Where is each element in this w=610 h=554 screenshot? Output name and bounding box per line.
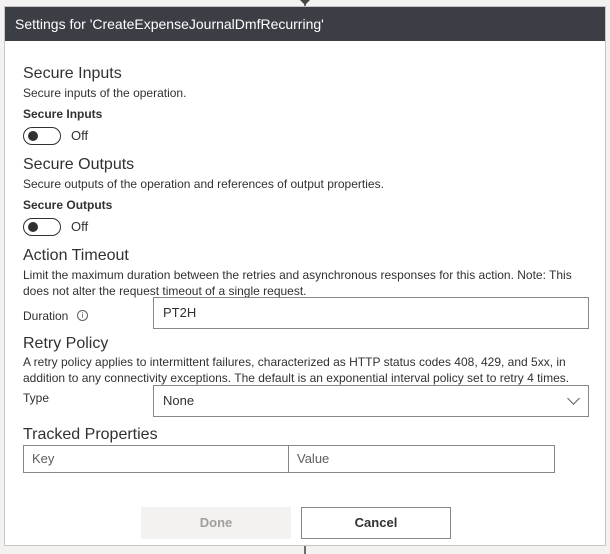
done-button[interactable]: Done (141, 507, 291, 539)
settings-dialog: Settings for 'CreateExpenseJournalDmfRec… (4, 6, 606, 546)
type-select-value: None (163, 393, 195, 408)
duration-input[interactable]: PT2H (153, 297, 589, 329)
connector-arrow-icon (300, 0, 310, 5)
secure-inputs-description: Secure inputs of the operation. (23, 86, 187, 100)
secure-outputs-label: Secure Outputs (23, 198, 113, 212)
secure-inputs-toggle-state: Off (71, 128, 89, 143)
secure-inputs-toggle[interactable] (23, 127, 61, 145)
tracked-key-input[interactable]: Key (23, 445, 289, 473)
toggle-knob (28, 131, 38, 141)
tracked-value-input[interactable]: Value (288, 445, 555, 473)
action-timeout-title: Action Timeout (23, 247, 129, 264)
duration-label: Duration (23, 309, 69, 323)
cancel-button[interactable]: Cancel (301, 507, 451, 539)
secure-inputs-label: Secure Inputs (23, 107, 103, 121)
connector-line-bottom (304, 546, 306, 554)
retry-policy-title: Retry Policy (23, 335, 109, 352)
dialog-title: Settings for 'CreateExpenseJournalDmfRec… (5, 7, 605, 41)
secure-outputs-toggle-state: Off (71, 219, 89, 234)
chevron-down-icon (567, 392, 580, 405)
retry-policy-description-line1: A retry policy applies to intermittent f… (23, 355, 566, 369)
secure-outputs-title: Secure Outputs (23, 156, 135, 173)
type-label: Type (23, 391, 50, 405)
secure-outputs-toggle[interactable] (23, 218, 61, 236)
secure-outputs-description: Secure outputs of the operation and refe… (23, 177, 384, 191)
toggle-knob (28, 222, 38, 232)
secure-inputs-title: Secure Inputs (23, 65, 122, 82)
tracked-properties-title: Tracked Properties (23, 426, 158, 443)
action-timeout-description-line1: Limit the maximum duration between the r… (23, 268, 572, 282)
retry-policy-description-line2: addition to any connectivity exceptions.… (23, 371, 570, 385)
type-select[interactable]: None (153, 385, 589, 417)
info-icon[interactable]: i (77, 310, 88, 321)
